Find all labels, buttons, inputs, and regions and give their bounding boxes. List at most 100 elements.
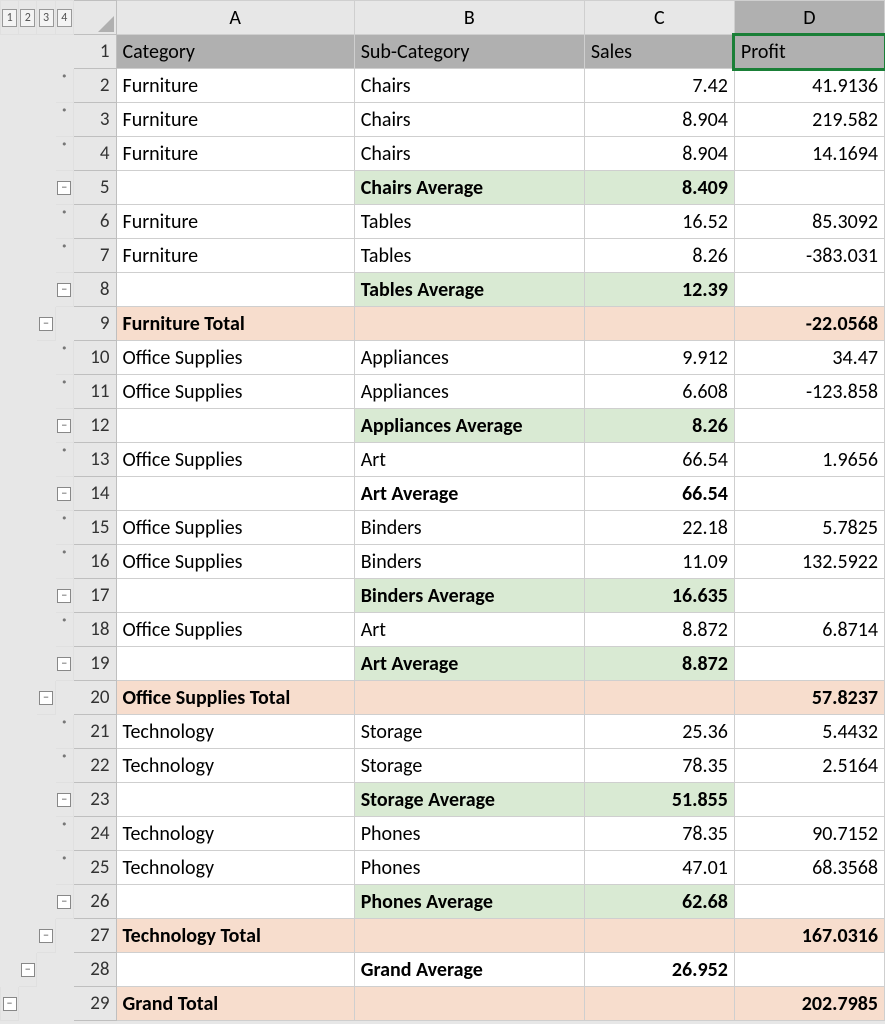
cell-A26[interactable] (116, 885, 354, 919)
cell-A8[interactable] (116, 273, 354, 307)
cell-C8[interactable]: 12.39 (584, 273, 734, 307)
row-header-11[interactable]: 11 (73, 375, 116, 409)
cell-A18[interactable]: Office Supplies (116, 613, 354, 647)
cell-C17[interactable]: 16.635 (584, 579, 734, 613)
cell-A28[interactable] (116, 953, 354, 987)
cell-A24[interactable]: Technology (116, 817, 354, 851)
outline-collapse-button[interactable]: − (57, 589, 71, 603)
cell-C13[interactable]: 66.54 (584, 443, 734, 477)
row-header-29[interactable]: 29 (73, 987, 116, 1021)
cell-A6[interactable]: Furniture (116, 205, 354, 239)
cell-B23[interactable]: Storage Average (354, 783, 584, 817)
row-header-12[interactable]: 12 (73, 409, 116, 443)
outline-collapse-button[interactable]: − (57, 181, 71, 195)
cell-B13[interactable]: Art (354, 443, 584, 477)
row-header-14[interactable]: 14 (73, 477, 116, 511)
col-header-D[interactable]: D (734, 1, 884, 35)
cell-C2[interactable]: 7.42 (584, 69, 734, 103)
cell-D7[interactable]: -383.031 (734, 239, 884, 273)
cell-B11[interactable]: Appliances (354, 375, 584, 409)
cell-C19[interactable]: 8.872 (584, 647, 734, 681)
cell-B4[interactable]: Chairs (354, 137, 584, 171)
row-header-19[interactable]: 19 (73, 647, 116, 681)
cell-C25[interactable]: 47.01 (584, 851, 734, 885)
cell-A15[interactable]: Office Supplies (116, 511, 354, 545)
cell-B15[interactable]: Binders (354, 511, 584, 545)
cell-B1[interactable]: Sub-Category (354, 35, 584, 69)
cell-C6[interactable]: 16.52 (584, 205, 734, 239)
cell-D8[interactable] (734, 273, 884, 307)
outline-collapse-button[interactable]: − (39, 317, 53, 331)
select-all[interactable] (73, 1, 116, 35)
cell-A29[interactable]: Grand Total (116, 987, 354, 1021)
cell-B22[interactable]: Storage (354, 749, 584, 783)
row-header-10[interactable]: 10 (73, 341, 116, 375)
cell-C11[interactable]: 6.608 (584, 375, 734, 409)
cell-C1[interactable]: Sales (584, 35, 734, 69)
cell-A19[interactable] (116, 647, 354, 681)
cell-D22[interactable]: 2.5164 (734, 749, 884, 783)
cell-A5[interactable] (116, 171, 354, 205)
cell-B14[interactable]: Art Average (354, 477, 584, 511)
cell-D11[interactable]: -123.858 (734, 375, 884, 409)
cell-A25[interactable]: Technology (116, 851, 354, 885)
row-header-9[interactable]: 9 (73, 307, 116, 341)
outline-level-4[interactable]: 4 (55, 1, 73, 35)
cell-B10[interactable]: Appliances (354, 341, 584, 375)
col-header-C[interactable]: C (584, 1, 734, 35)
cell-C5[interactable]: 8.409 (584, 171, 734, 205)
cell-D29[interactable]: 202.7985 (734, 987, 884, 1021)
cell-C27[interactable] (584, 919, 734, 953)
col-header-A[interactable]: A (116, 1, 354, 35)
row-header-26[interactable]: 26 (73, 885, 116, 919)
cell-B26[interactable]: Phones Average (354, 885, 584, 919)
cell-D25[interactable]: 68.3568 (734, 851, 884, 885)
cell-A2[interactable]: Furniture (116, 69, 354, 103)
cell-A14[interactable] (116, 477, 354, 511)
cell-D10[interactable]: 34.47 (734, 341, 884, 375)
cell-A11[interactable]: Office Supplies (116, 375, 354, 409)
cell-B3[interactable]: Chairs (354, 103, 584, 137)
row-header-21[interactable]: 21 (73, 715, 116, 749)
cell-A10[interactable]: Office Supplies (116, 341, 354, 375)
cell-B25[interactable]: Phones (354, 851, 584, 885)
cell-A12[interactable] (116, 409, 354, 443)
cell-C29[interactable] (584, 987, 734, 1021)
outline-collapse-button[interactable]: − (57, 895, 71, 909)
cell-D2[interactable]: 41.9136 (734, 69, 884, 103)
cell-C10[interactable]: 9.912 (584, 341, 734, 375)
cell-C21[interactable]: 25.36 (584, 715, 734, 749)
cell-D24[interactable]: 90.7152 (734, 817, 884, 851)
outline-level-2[interactable]: 2 (19, 1, 37, 35)
cell-D26[interactable] (734, 885, 884, 919)
cell-C24[interactable]: 78.35 (584, 817, 734, 851)
cell-C4[interactable]: 8.904 (584, 137, 734, 171)
cell-C23[interactable]: 51.855 (584, 783, 734, 817)
cell-B17[interactable]: Binders Average (354, 579, 584, 613)
cell-D1[interactable]: Profit (734, 35, 884, 69)
outline-collapse-button[interactable]: − (21, 963, 35, 977)
row-header-16[interactable]: 16 (73, 545, 116, 579)
row-header-20[interactable]: 20 (73, 681, 116, 715)
cell-B29[interactable] (354, 987, 584, 1021)
row-header-6[interactable]: 6 (73, 205, 116, 239)
row-header-13[interactable]: 13 (73, 443, 116, 477)
outline-collapse-button[interactable]: − (57, 793, 71, 807)
cell-B6[interactable]: Tables (354, 205, 584, 239)
cell-D16[interactable]: 132.5922 (734, 545, 884, 579)
row-header-22[interactable]: 22 (73, 749, 116, 783)
cell-A27[interactable]: Technology Total (116, 919, 354, 953)
cell-A13[interactable]: Office Supplies (116, 443, 354, 477)
outline-collapse-button[interactable]: − (3, 997, 17, 1011)
cell-C28[interactable]: 26.952 (584, 953, 734, 987)
cell-D20[interactable]: 57.8237 (734, 681, 884, 715)
outline-collapse-button[interactable]: − (39, 929, 53, 943)
row-header-5[interactable]: 5 (73, 171, 116, 205)
cell-D17[interactable] (734, 579, 884, 613)
cell-A1[interactable]: Category (116, 35, 354, 69)
outline-level-1[interactable]: 1 (1, 1, 19, 35)
cell-D27[interactable]: 167.0316 (734, 919, 884, 953)
row-header-4[interactable]: 4 (73, 137, 116, 171)
cell-B28[interactable]: Grand Average (354, 953, 584, 987)
cell-C20[interactable] (584, 681, 734, 715)
